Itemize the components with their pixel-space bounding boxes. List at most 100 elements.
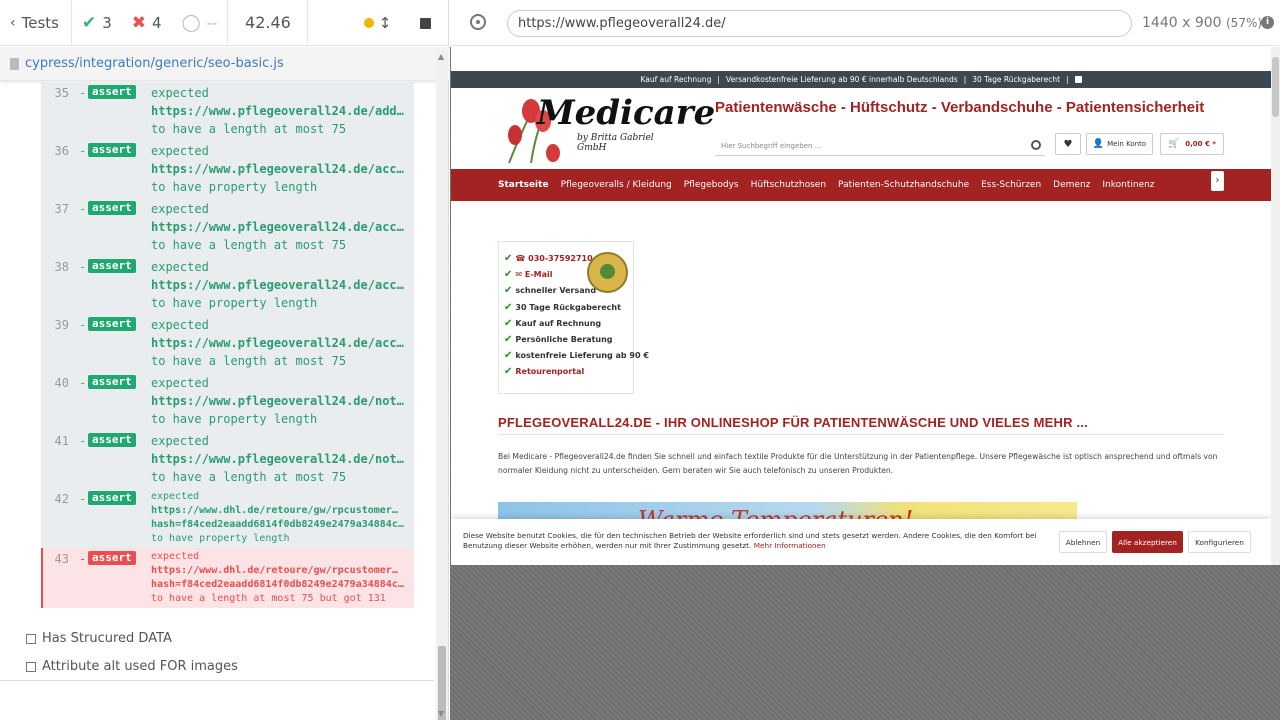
command-dash: - [79,86,87,100]
command-number: 38 [54,260,69,274]
checkbox-icon [26,633,36,644]
checkbox-icon [26,661,36,672]
cart-button[interactable]: 🛒 0,00 € * [1160,133,1224,155]
assert-badge: assert [88,433,136,447]
scroll-down-icon[interactable]: ▼ [438,709,444,718]
cookie-configure-button[interactable]: Konfigurieren [1188,531,1251,553]
reporter-panel: ‹ Tests ✔ 3 ✖ 4 ◯ -- 42.46 ↕ cypress/int… [0,0,449,720]
usp-item: ✔ kostenfreie Lieferung ab 90 € [504,350,649,362]
nav-item-hueftschutzhosen[interactable]: Hüftschutzhosen [751,180,826,190]
site-navbar: Startseite Pflegeoveralls / Kleidung Pfl… [451,169,1271,201]
command-row[interactable]: 36- assert expected https://www.pflegeovera… [41,140,414,198]
message-line: to have a length at most 75 [151,122,347,136]
check-icon: ✔ [81,12,97,33]
message-line: to have a length at most 75 [151,354,347,368]
info-icon[interactable]: i [1261,16,1274,29]
page-headline: PFLEGEOVERALL24.DE - IHR ONLINESHOP FÜR … [498,415,1224,435]
cookie-accept-button[interactable]: Alle akzeptieren [1112,531,1183,553]
auto-scroll-icon[interactable]: ↕ [378,0,392,46]
nav-item-schutzhandschuhe[interactable]: Patienten-Schutzhandschuhe [838,180,969,190]
command-row[interactable]: 40- assert expected https://www.pflegeovera… [41,372,414,430]
assert-badge: assert [88,201,136,215]
message-line: expected [151,318,209,332]
command-row[interactable]: 38- assert expected https://www.pflegeovera… [41,256,414,314]
suite-has-structured-data[interactable]: Has Strucured DATA [26,631,172,646]
command-row-failed[interactable]: 43- assert expected https://www.dhl.de/reto… [41,548,414,608]
check-icon: ✔ [504,317,513,329]
command-number: 43 [54,552,69,566]
tests-back-button[interactable]: ‹ Tests [0,0,72,46]
selector-playground-icon[interactable] [470,14,486,30]
tests-label: Tests [21,13,59,32]
message-line: https://www.pflegeoverall24.de/acc… [151,278,404,292]
command-message: expected https://www.dhl.de/retoure/gw/rp… [151,550,409,606]
nav-item-demenz[interactable]: Demenz [1053,180,1090,190]
cookie-decline-button[interactable]: Ablehnen [1059,531,1107,553]
usp-retourenportal[interactable]: ✔ Retourenportal [504,364,628,380]
command-row[interactable]: 37- assert expected https://www.pflegeovera… [41,198,414,256]
reporter-scrollbar[interactable]: ▲ ▼ [436,50,448,720]
search-icon[interactable] [1031,140,1041,150]
divider [0,680,434,681]
pending-circle-icon: ◯ [181,12,201,33]
aut-scrollbar[interactable] [1271,47,1280,565]
message-line: https://www.pflegeoverall24.de/add… [151,104,404,118]
stop-button[interactable] [418,0,432,46]
viewport-info: 1440 x 900 (57%) [1142,15,1263,31]
message-line: https://www.dhl.de/retoure/gw/rpcustomer… [151,505,398,516]
check-icon: ✔ [504,269,513,281]
site-search-input[interactable]: Hier Suchbegriff eingeben ... [715,136,1045,156]
command-dash: - [79,434,87,448]
site-logo[interactable]: Medicare by Britta Gabriel GmbH [501,93,715,168]
duration: 42.46 [228,0,309,46]
nav-item-ess-schuerzen[interactable]: Ess-Schürzen [981,180,1041,190]
message-line: to have property length [151,533,290,544]
cookie-more-link[interactable]: Mehr Informationen [754,541,826,550]
command-message: expected https://www.dhl.de/retoure/gw/rp… [151,490,409,546]
nav-item-inkontinenz[interactable]: Inkontinenz [1102,180,1154,190]
command-row[interactable]: 35- assert expected https://www.pflegeovera… [41,82,414,140]
usp-box: ✔ ☎ 030-37592710 ✔ ✉ E-Mail ✔ schneller Ver… [498,241,649,394]
message-line: to have property length [151,296,318,310]
message-line: expected [151,491,200,502]
url-bar[interactable]: https://www.pflegeoverall24.de/ [507,10,1132,37]
command-row[interactable]: 41- assert expected https://www.pflegeovera… [41,430,414,488]
assert-badge: assert [88,551,136,565]
cookie-text: Diese Website benutzt Cookies, die für d… [463,531,1037,550]
wishlist-button[interactable]: ♥ [1055,133,1081,155]
message-line: expected [151,551,200,562]
spec-file-bar: cypress/integration/generic/seo-basic.js [0,47,449,81]
message-line: https://www.dhl.de/retoure/gw/rpcustomer… [151,565,398,576]
cart-icon: 🛒 [1168,139,1180,149]
message-line: to have a length at most 75 but got 131 [151,593,386,604]
command-number: 35 [54,86,69,100]
command-row[interactable]: 39- assert expected https://www.pflegeovera… [41,314,414,372]
command-log: 35- assert expected https://www.pflegeovera… [0,82,434,682]
chevron-right-icon[interactable]: › [1211,171,1224,191]
scrollbar-thumb[interactable] [1272,57,1279,117]
suite-alt-attribute[interactable]: Attribute alt used FOR images [26,659,238,674]
scroll-up-icon[interactable]: ▲ [438,52,444,61]
check-icon: ✔ [504,285,513,297]
command-dash: - [79,492,87,506]
check-icon: ✔ [504,366,513,378]
file-icon [10,57,19,70]
message-line: hash=f84ced2eaadd6814f0db8249e2479a34884… [151,579,404,590]
message-line: expected [151,86,209,100]
command-dash: - [79,318,87,332]
command-row[interactable]: 42- assert expected https://www.dhl.de/reto… [41,488,414,548]
pending-count: ◯ -- [172,0,229,46]
check-icon: ✔ [504,350,513,362]
nav-item-pflegeoveralls[interactable]: Pflegeoveralls / Kleidung [561,180,672,190]
check-icon: ✔ [504,253,513,264]
facebook-icon[interactable] [1074,76,1082,83]
command-message: expected https://www.pflegeoverall24.de/a… [151,200,409,254]
assert-badge: assert [88,317,136,331]
spec-path-link[interactable]: cypress/integration/generic/seo-basic.js [25,56,284,71]
nav-item-startseite[interactable]: Startseite [498,180,549,190]
message-line: https://www.pflegeoverall24.de/acc… [151,220,404,234]
message-line: hash=f84ced2eaadd6814f0db8249e2479a34884… [151,519,404,530]
account-button[interactable]: 👤 Mein Konto [1086,133,1153,155]
message-line: expected [151,260,209,274]
nav-item-pflegebodys[interactable]: Pflegebodys [684,180,739,190]
